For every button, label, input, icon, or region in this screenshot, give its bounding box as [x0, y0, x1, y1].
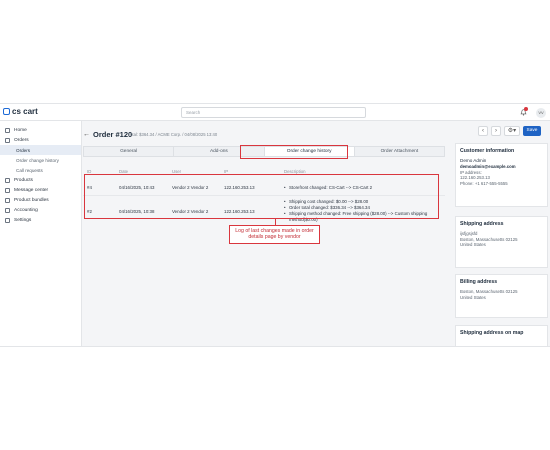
tab-highlight-box: [240, 145, 348, 159]
billing-country: United States: [460, 294, 486, 300]
panel-title: Shipping address: [460, 221, 504, 227]
tab-order-attachment[interactable]: Order Attachment: [355, 147, 444, 156]
rows-highlight-box: [84, 174, 439, 219]
sidebar-item-accounting[interactable]: Accounting: [0, 205, 81, 215]
orders-icon: [5, 137, 10, 143]
home-icon: [5, 127, 10, 133]
app-window: cs cart Search VV Home Orders Orders Ord…: [0, 103, 550, 347]
logo[interactable]: cs cart: [3, 107, 38, 116]
sidebar-item-products[interactable]: Products: [0, 175, 81, 185]
search-input[interactable]: Search: [181, 107, 366, 118]
sidebar-item-settings[interactable]: Settings: [0, 215, 81, 225]
sidebar-subitem-orders[interactable]: Orders: [0, 145, 81, 155]
shipping-map-panel: Shipping address on map: [455, 325, 548, 346]
sidebar-item-label: Home: [14, 127, 27, 133]
sidebar-subitem-call-requests[interactable]: Call requests: [0, 165, 81, 175]
sidebar-item-orders[interactable]: Orders: [0, 135, 81, 145]
panel-title: Customer information: [460, 148, 515, 154]
panel-title: Shipping address on map: [460, 330, 524, 336]
tab-general[interactable]: General: [84, 147, 175, 156]
annotation-callout: Log of last changes made in order detail…: [229, 225, 320, 244]
settings-icon: [5, 217, 10, 223]
next-order-button[interactable]: ›: [491, 126, 501, 136]
sidebar-item-message-center[interactable]: Message center: [0, 185, 81, 195]
sidebar-item-label: Accounting: [14, 207, 38, 213]
accounting-icon: [5, 207, 10, 213]
logo-icon: [3, 108, 10, 115]
order-subtitle: Total: $364.34 / ACME Corp. / 04/08/2025…: [128, 132, 218, 137]
top-bar: cs cart Search VV: [0, 104, 550, 121]
previous-order-button[interactable]: ‹: [478, 126, 488, 136]
avatar[interactable]: VV: [536, 108, 546, 118]
sidebar-item-label: Message center: [14, 187, 49, 193]
bundle-icon: [5, 197, 10, 203]
notification-badge: [524, 107, 528, 111]
back-arrow-icon[interactable]: ←: [83, 131, 90, 138]
panel-title: Billing address: [460, 279, 498, 285]
page-title: Order #120: [93, 130, 133, 139]
sidebar-item-label: Product bundles: [14, 197, 49, 203]
gear-icon[interactable]: ⚙▾: [504, 126, 520, 136]
sidebar: Home Orders Orders Order change history …: [0, 121, 82, 346]
sidebar-item-product-bundles[interactable]: Product bundles: [0, 195, 81, 205]
billing-address-panel: Billing address Boston, Massachusetts 02…: [455, 274, 548, 318]
shipping-address-panel: Shipping address ijsfjgsjsfd Boston, Mas…: [455, 216, 548, 268]
sidebar-item-label: Products: [14, 177, 33, 183]
save-button[interactable]: Save: [523, 126, 541, 136]
sidebar-subitem-order-change-history[interactable]: Order change history: [0, 155, 81, 165]
customer-info-panel: Customer information Demo Admin demoadmi…: [455, 143, 548, 207]
sidebar-item-label: Orders: [14, 137, 29, 143]
shipping-country: United States: [460, 242, 486, 247]
order-toolbar: ‹ › ⚙▾ Save: [478, 126, 541, 136]
sidebar-item-home[interactable]: Home: [0, 125, 81, 135]
tag-icon: [5, 177, 10, 183]
logo-text: cs cart: [12, 107, 38, 116]
customer-phone: Phone: +1 617-555-5555: [460, 180, 508, 186]
sidebar-item-label: Settings: [14, 217, 32, 223]
message-icon: [5, 187, 10, 193]
